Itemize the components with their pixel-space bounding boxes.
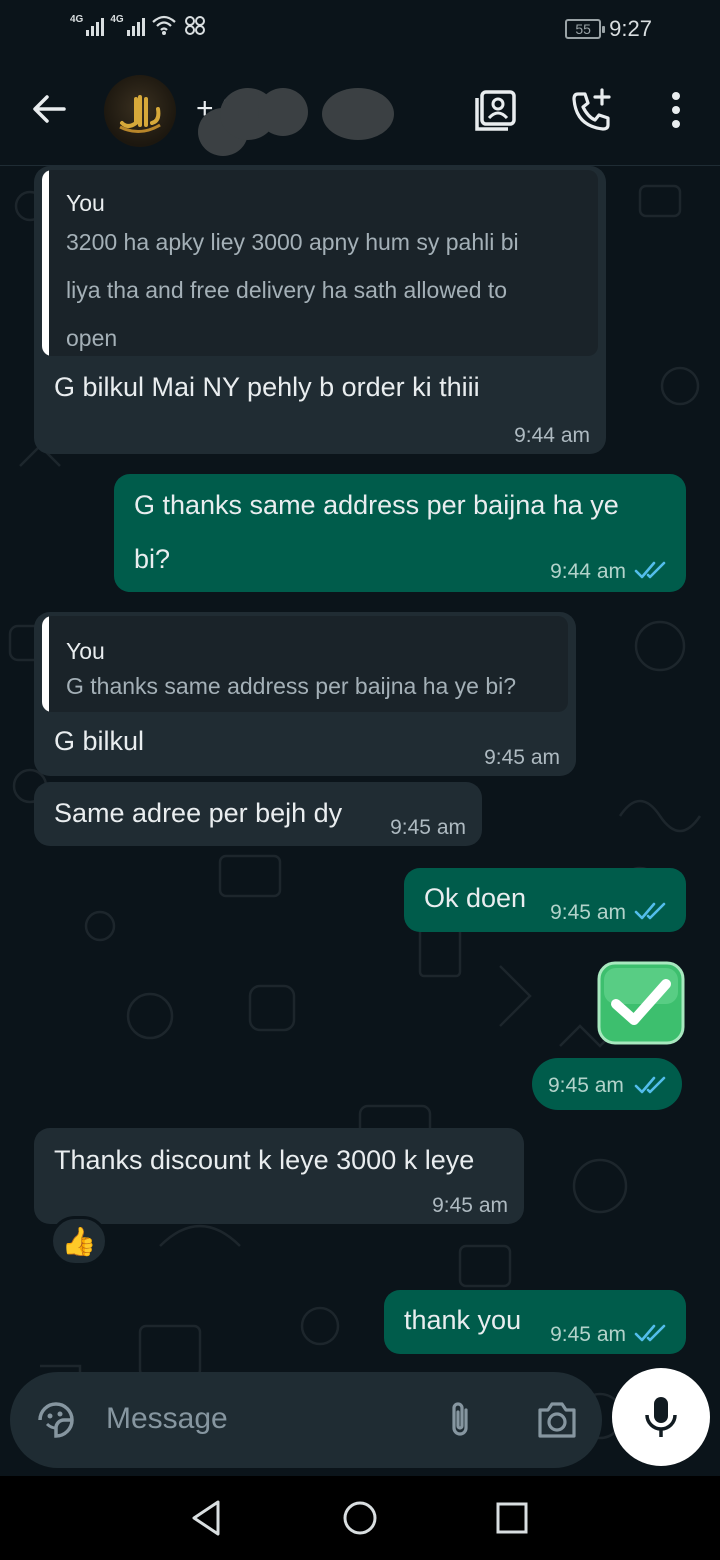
signal-sim1-icon: 4G — [70, 14, 105, 36]
redaction-blob — [258, 88, 308, 136]
status-bar: 4G 4G 55 9:27 — [0, 0, 720, 58]
microphone-icon — [645, 1397, 677, 1437]
chat-header: + 2 7... — [0, 58, 720, 166]
calligraphy-logo — [119, 95, 161, 133]
redaction-blob — [322, 88, 394, 140]
sticker-time-pill: 9:45 am — [532, 1058, 682, 1110]
quote-text: 3200 ha apky liey 3000 apny hum sy pahli… — [66, 229, 519, 255]
contact-name-area[interactable]: + 2 7... — [196, 82, 446, 156]
read-receipt-icon — [634, 1324, 666, 1342]
quote-text: G thanks same address per baijna ha ye b… — [66, 673, 517, 699]
incoming-message[interactable]: Same adree per bejh dy 9:45 am — [34, 782, 482, 846]
wifi-icon — [151, 15, 176, 35]
message-text: Same adree per bejh dy — [54, 798, 343, 828]
system-nav-bar — [0, 1476, 720, 1560]
message-text: G bilkul Mai NY pehly b order ki thiii — [54, 372, 480, 402]
message-text: thank you — [404, 1305, 522, 1335]
quote-text: liya tha and free delivery ha sath allow… — [66, 277, 508, 303]
attachment-icon[interactable] — [438, 1398, 482, 1442]
more-vertical-icon[interactable] — [652, 86, 700, 134]
message-time: 9:45 am — [432, 1194, 508, 1217]
outgoing-message[interactable]: G thanks same address per baijna ha ye b… — [114, 474, 686, 592]
incoming-message[interactable]: You G thanks same address per baijna ha … — [34, 612, 576, 776]
avatar[interactable] — [104, 75, 176, 147]
bluetooth-icon — [184, 16, 205, 35]
nav-home-icon[interactable] — [340, 1498, 380, 1538]
message-time: 9:45 am — [550, 1323, 626, 1346]
quote-accent-bar — [42, 170, 49, 356]
quoted-message[interactable]: You 3200 ha apky liey 3000 apny hum sy p… — [42, 170, 598, 356]
add-call-icon[interactable] — [568, 86, 616, 134]
quote-author: You — [66, 638, 105, 664]
back-arrow-icon[interactable] — [28, 88, 70, 130]
message-text: Ok doen — [424, 883, 527, 913]
message-time: 9:45 am — [550, 901, 626, 924]
camera-icon[interactable] — [534, 1398, 580, 1442]
message-text: bi? — [134, 544, 171, 574]
incoming-message[interactable]: You 3200 ha apky liey 3000 apny hum sy p… — [34, 166, 606, 454]
message-time: 9:44 am — [550, 560, 626, 583]
outgoing-message[interactable]: Ok doen 9:45 am — [404, 868, 686, 932]
message-composer[interactable]: Message — [10, 1372, 602, 1468]
read-receipt-icon — [634, 561, 666, 579]
quote-text: open — [66, 325, 118, 351]
read-receipt-icon — [634, 902, 666, 920]
clock: 9:27 — [609, 16, 652, 41]
mic-button[interactable] — [612, 1368, 710, 1466]
message-text: G thanks same address per baijna ha ye — [134, 490, 619, 520]
message-time: 9:45 am — [390, 816, 466, 839]
quoted-message[interactable]: You G thanks same address per baijna ha … — [42, 616, 568, 712]
status-icons-right: 55 9:27 — [565, 16, 652, 42]
quote-accent-bar — [42, 616, 49, 712]
nav-back-icon[interactable] — [186, 1498, 226, 1538]
incoming-message[interactable]: Thanks discount k leye 3000 k leye 9:45 … — [34, 1128, 524, 1224]
nav-recents-icon[interactable] — [492, 1498, 532, 1538]
quote-author: You — [66, 190, 105, 216]
check-mark-sticker[interactable] — [596, 960, 686, 1046]
reaction-badge[interactable]: 👍 — [50, 1216, 108, 1266]
message-time: 9:44 am — [514, 424, 590, 447]
message-text: Thanks discount k leye 3000 k leye — [54, 1145, 475, 1175]
read-receipt-icon — [634, 1076, 666, 1094]
status-icons-left: 4G 4G — [70, 14, 207, 36]
message-time: 9:45 am — [548, 1074, 624, 1097]
battery-icon: 55 — [565, 19, 606, 39]
message-text: G bilkul — [54, 726, 145, 756]
message-time: 9:45 am — [484, 746, 560, 769]
sticker-icon[interactable] — [34, 1398, 78, 1442]
contact-card-icon[interactable] — [472, 86, 520, 134]
outgoing-message[interactable]: thank you 9:45 am — [384, 1290, 686, 1354]
chat-area[interactable]: You 3200 ha apky liey 3000 apny hum sy p… — [0, 166, 720, 1476]
signal-sim2-icon: 4G — [110, 14, 145, 36]
message-input[interactable]: Message — [106, 1402, 228, 1436]
